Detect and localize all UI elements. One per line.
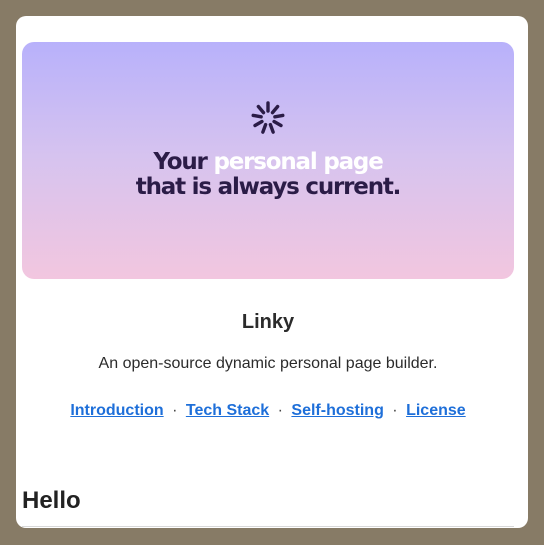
hero-title-accent: personal page <box>213 149 383 175</box>
heading-divider <box>22 526 514 527</box>
license-link[interactable]: License <box>406 402 466 419</box>
self-hosting-link[interactable]: Self-hosting <box>291 402 383 419</box>
hero-title-line-2: that is always current. <box>135 174 402 200</box>
introduction-link[interactable]: Introduction <box>70 402 163 419</box>
link-separator: · <box>172 402 178 419</box>
project-description: An open-source dynamic personal page bui… <box>98 355 438 372</box>
readme-card: Your personal page that is always curren… <box>16 16 528 528</box>
hero-title: Your personal page that is always curren… <box>22 150 514 200</box>
hero-banner: Your personal page that is always curren… <box>22 42 514 279</box>
link-separator: · <box>277 402 283 419</box>
spinner-icon <box>251 101 285 134</box>
tech-stack-link[interactable]: Tech Stack <box>186 402 269 419</box>
hero-title-prefix: Your <box>153 149 214 175</box>
project-title: Linky <box>241 311 295 333</box>
section-heading: Hello <box>22 487 81 514</box>
hero-title-line-1: Your personal page <box>22 150 514 175</box>
link-separator: · <box>392 402 398 419</box>
link-row: Introduction · Tech Stack · Self-hosting… <box>16 402 520 420</box>
